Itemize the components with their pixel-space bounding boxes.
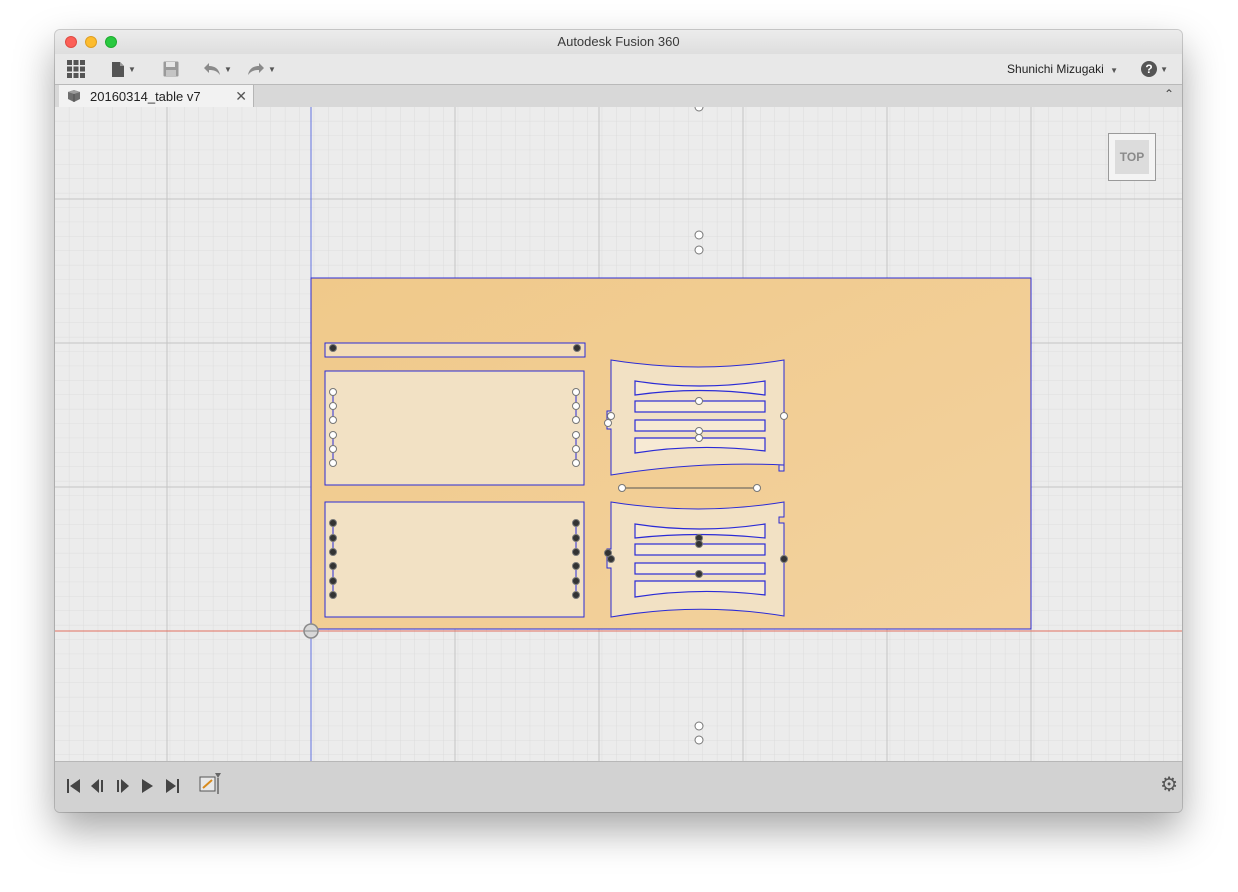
user-name: Shunichi Mizugaki (1007, 62, 1104, 76)
redo-button[interactable]: ▼ (247, 58, 276, 80)
sketch-feature-icon[interactable] (199, 772, 221, 794)
toolbar: ▼ ▼ ▼ Shunichi Mizugaki ▼ ? ▼ (55, 54, 1182, 85)
timeline-bar: ⚙ (55, 761, 1182, 812)
minimize-window-button[interactable] (85, 36, 97, 48)
part-panel-lower[interactable] (324, 501, 585, 618)
chevron-down-icon: ▼ (1110, 66, 1118, 75)
part-leg-upper[interactable] (604, 359, 788, 476)
origin-marker (303, 623, 319, 639)
part-leg-lower[interactable] (604, 501, 788, 618)
part-panel-upper[interactable] (324, 370, 585, 486)
step-forward-icon[interactable] (113, 777, 131, 795)
gear-icon[interactable]: ⚙ (1160, 772, 1178, 797)
save-button[interactable] (163, 58, 179, 80)
play-icon[interactable] (138, 777, 156, 795)
close-window-button[interactable] (65, 36, 77, 48)
chevron-down-icon: ▼ (268, 64, 276, 74)
apps-grid-icon (67, 60, 85, 78)
maximize-window-button[interactable] (105, 36, 117, 48)
chevron-down-icon: ▼ (224, 64, 232, 74)
tab-bar: 20160314_table v7 ✕ ⌃ (55, 85, 1182, 108)
go-to-start-icon[interactable] (65, 777, 83, 795)
viewport-canvas[interactable]: TOP (55, 107, 1182, 761)
chevron-down-icon: ▼ (128, 64, 136, 74)
step-back-icon[interactable] (89, 777, 107, 795)
help-icon: ? (1141, 61, 1158, 77)
close-tab-button[interactable]: ✕ (235, 88, 247, 105)
undo-icon (204, 63, 220, 75)
redo-icon (248, 63, 264, 75)
go-to-end-icon[interactable] (163, 777, 181, 795)
undo-button[interactable]: ▼ (203, 58, 232, 80)
collapse-icon[interactable]: ⌃ (1164, 87, 1174, 101)
title-bar: Autodesk Fusion 360 (55, 30, 1182, 54)
viewcube-face-top[interactable]: TOP (1115, 140, 1149, 174)
app-window: Autodesk Fusion 360 ▼ ▼ ▼ Shunichi Mizug… (55, 30, 1182, 812)
file-menu-icon (112, 61, 124, 77)
viewcube[interactable]: TOP (1108, 133, 1156, 181)
design-icon (68, 90, 80, 102)
user-menu[interactable]: Shunichi Mizugaki ▼ (1007, 54, 1118, 84)
help-button[interactable]: ? ▼ (1141, 61, 1168, 77)
file-menu-button[interactable]: ▼ (111, 58, 136, 80)
window-title: Autodesk Fusion 360 (557, 34, 680, 49)
tab-document[interactable]: 20160314_table v7 ✕ (59, 85, 254, 107)
sketch-view[interactable] (55, 107, 1182, 761)
apps-grid-button[interactable] (67, 58, 85, 80)
chevron-down-icon: ▼ (1160, 64, 1168, 74)
part-strip[interactable] (324, 342, 586, 358)
save-icon (163, 61, 179, 77)
tab-label: 20160314_table v7 (90, 88, 201, 104)
